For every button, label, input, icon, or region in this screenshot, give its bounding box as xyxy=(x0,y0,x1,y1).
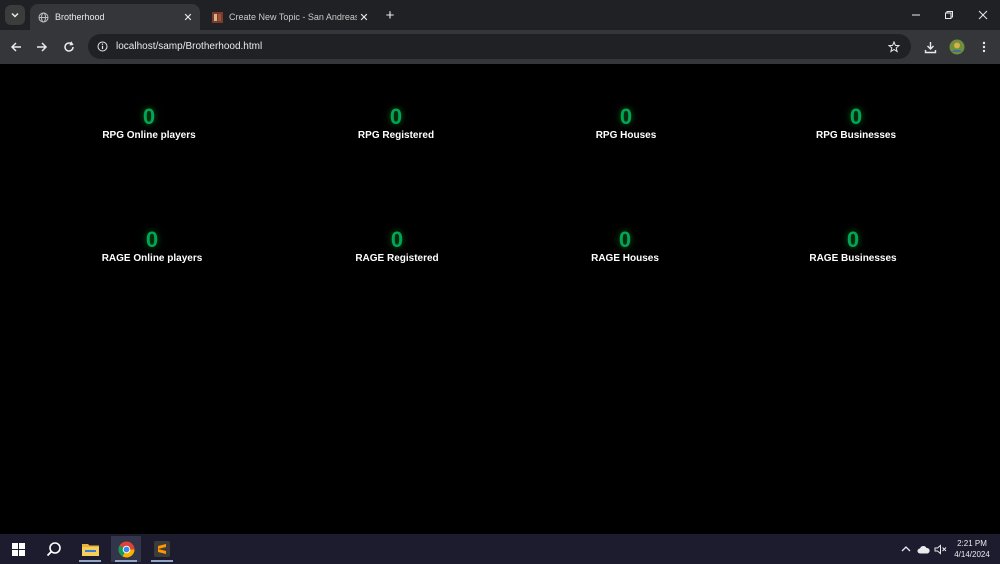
stat-rpg-online-players: 0 RPG Online players xyxy=(49,104,249,142)
stat-rage-registered: 0 RAGE Registered xyxy=(297,227,497,265)
search-button[interactable] xyxy=(39,536,69,562)
page-content: 0 RPG Online players 0 RPG Registered 0 … xyxy=(0,64,1000,534)
sublime-text-icon xyxy=(154,541,170,557)
cloud-icon xyxy=(917,545,930,553)
reload-button[interactable] xyxy=(59,37,79,57)
stat-rage-businesses: 0 RAGE Businesses xyxy=(753,227,953,265)
close-icon[interactable]: ✕ xyxy=(181,10,195,24)
volume-muted-icon xyxy=(934,543,946,555)
stat-label: RAGE Registered xyxy=(355,253,439,264)
chrome-taskbar-button[interactable] xyxy=(111,536,141,562)
stat-label: RPG Houses xyxy=(595,130,657,141)
back-button[interactable] xyxy=(6,37,26,57)
stat-label: RAGE Houses xyxy=(591,253,659,264)
stat-value: 0 xyxy=(142,104,156,129)
stat-label: RPG Registered xyxy=(357,130,435,141)
taskbar-clock[interactable]: 2:21 PM 4/14/2024 xyxy=(948,538,996,560)
tab-title: Create New Topic - San Andreas xyxy=(229,12,357,22)
reload-icon xyxy=(64,41,74,52)
stat-rpg-businesses: 0 RPG Businesses xyxy=(756,104,956,142)
tab-create-new-topic[interactable]: Create New Topic - San Andreas ✕ xyxy=(204,4,376,30)
search-icon xyxy=(46,542,61,557)
file-explorer-button[interactable] xyxy=(75,536,105,562)
sublime-text-button[interactable] xyxy=(147,536,177,562)
close-icon[interactable]: ✕ xyxy=(357,10,371,24)
tab-strip: Brotherhood ✕ Create New Topic - San And… xyxy=(0,0,1000,30)
chevron-up-icon xyxy=(901,546,911,552)
stat-rage-online-players: 0 RAGE Online players xyxy=(52,227,252,265)
more-vertical-icon xyxy=(982,41,986,53)
stat-value: 0 xyxy=(618,227,632,252)
minimize-button[interactable] xyxy=(905,5,927,25)
chrome-icon xyxy=(118,541,134,557)
stat-value: 0 xyxy=(390,227,404,252)
show-hidden-icons-button[interactable] xyxy=(899,542,913,556)
stat-label: RPG Businesses xyxy=(815,130,897,141)
taskbar xyxy=(0,534,1000,564)
restore-icon xyxy=(945,11,953,19)
start-button[interactable] xyxy=(3,536,33,562)
stat-value: 0 xyxy=(619,104,633,129)
close-window-button[interactable] xyxy=(972,5,994,25)
folder-icon xyxy=(81,544,99,556)
volume-tray-button[interactable] xyxy=(933,542,947,556)
stat-label: RPG Online players xyxy=(102,130,196,141)
minimize-icon xyxy=(912,14,920,16)
clock-time: 2:21 PM xyxy=(957,539,987,548)
forum-favicon-icon xyxy=(212,11,223,23)
arrow-right-icon xyxy=(37,42,48,52)
restore-button[interactable] xyxy=(938,5,960,25)
address-bar[interactable]: localhost/samp/Brotherhood.html xyxy=(88,34,911,59)
chevron-down-icon xyxy=(11,12,19,18)
site-info-icon[interactable] xyxy=(95,40,109,54)
clock-date: 4/14/2024 xyxy=(954,550,990,559)
stat-value: 0 xyxy=(145,227,159,252)
tab-search-button[interactable] xyxy=(5,5,25,25)
stat-label: RAGE Online players xyxy=(101,253,203,264)
stat-value: 0 xyxy=(389,104,403,129)
url-text: localhost/samp/Brotherhood.html xyxy=(116,41,263,52)
tab-title: Brotherhood xyxy=(55,12,105,22)
forward-button[interactable] xyxy=(32,37,52,57)
globe-icon xyxy=(38,12,49,23)
more-menu-button[interactable] xyxy=(974,37,994,57)
stat-value: 0 xyxy=(849,104,863,129)
close-icon xyxy=(978,10,988,20)
stat-rpg-registered: 0 RPG Registered xyxy=(296,104,496,142)
onedrive-tray-button[interactable] xyxy=(916,542,930,556)
star-icon[interactable] xyxy=(887,40,901,54)
stat-value: 0 xyxy=(846,227,860,252)
tab-brotherhood[interactable]: Brotherhood ✕ xyxy=(30,4,200,30)
profile-avatar[interactable] xyxy=(947,37,967,57)
downloads-button[interactable] xyxy=(920,37,940,57)
download-icon xyxy=(924,41,936,53)
stat-rage-houses: 0 RAGE Houses xyxy=(525,227,725,265)
avatar-icon xyxy=(949,39,965,55)
new-tab-button[interactable]: + xyxy=(382,6,398,24)
windows-icon xyxy=(11,542,25,556)
stat-label: RAGE Businesses xyxy=(809,253,897,264)
arrow-left-icon xyxy=(10,42,21,52)
stat-rpg-houses: 0 RPG Houses xyxy=(526,104,726,142)
